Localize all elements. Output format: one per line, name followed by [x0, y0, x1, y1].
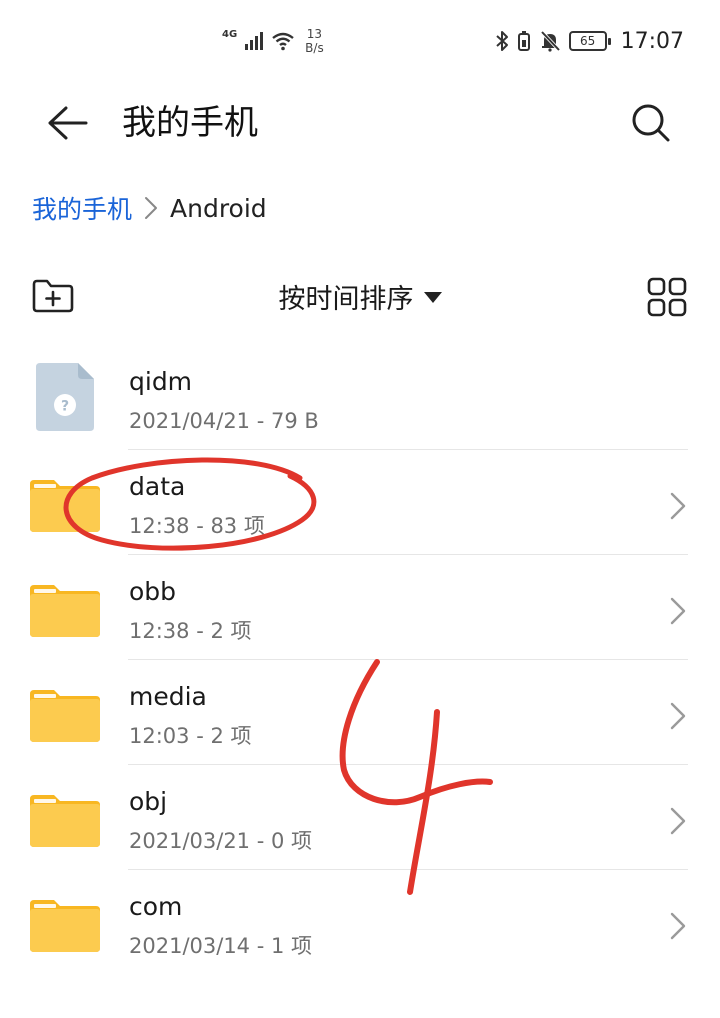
file-meta: 2021/04/21 - 79 B — [129, 409, 319, 433]
file-meta: 12:38 - 83 项 — [129, 514, 265, 538]
file-list: ? qidm 2021/04/21 - 79 B data 12:38 - 83… — [0, 345, 720, 975]
new-folder-button[interactable] — [30, 276, 76, 316]
list-item[interactable]: com 2021/03/14 - 1 项 — [0, 870, 720, 975]
breadcrumb: 我的手机 Android — [32, 190, 267, 226]
folder-icon — [30, 900, 100, 952]
file-name: obb — [129, 577, 177, 606]
search-button[interactable] — [628, 100, 674, 146]
network-status: 4G 13 B/s — [222, 26, 324, 56]
list-item[interactable]: obj 2021/03/21 - 0 项 — [0, 765, 720, 870]
folder-icon — [30, 480, 100, 532]
file-name: com — [129, 892, 183, 921]
network-speed-unit: B/s — [305, 41, 324, 55]
toolbar: 按时间排序 — [0, 266, 720, 326]
status-bar: 4G 13 B/s 65 17:07 — [0, 0, 720, 80]
list-item[interactable]: media 12:03 - 2 项 — [0, 660, 720, 765]
file-meta: 12:38 - 2 项 — [129, 619, 252, 643]
back-button[interactable] — [40, 102, 92, 144]
battery-level: 65 — [579, 34, 596, 48]
network-type: 4G — [222, 28, 238, 40]
file-name: media — [129, 682, 207, 711]
folder-icon — [30, 585, 100, 637]
chevron-right-icon — [670, 597, 686, 625]
caret-down-icon — [423, 291, 442, 303]
arrow-left-icon — [48, 106, 88, 140]
unknown-file-icon: ? — [36, 363, 94, 431]
list-item[interactable]: obb 12:38 - 2 项 — [0, 555, 720, 660]
file-meta: 2021/03/14 - 1 项 — [129, 934, 313, 958]
chevron-right-icon — [670, 912, 686, 940]
file-name: qidm — [129, 367, 193, 396]
sort-dropdown[interactable]: 按时间排序 — [279, 277, 442, 316]
folder-icon — [30, 795, 100, 847]
breadcrumb-root[interactable]: 我的手机 — [32, 190, 132, 226]
file-name: obj — [129, 787, 168, 816]
list-item[interactable]: data 12:38 - 83 项 — [0, 450, 720, 555]
search-icon — [632, 104, 670, 142]
folder-icon — [30, 690, 100, 742]
grid-view-icon — [647, 277, 687, 317]
signal-icon — [245, 32, 264, 50]
list-item[interactable]: ? qidm 2021/04/21 - 79 B — [0, 345, 720, 450]
svg-text:?: ? — [61, 399, 69, 415]
sort-control: 按时间排序 — [0, 276, 720, 316]
network-speed-value: 13 — [306, 27, 323, 41]
system-status: 65 17:07 — [495, 26, 684, 56]
chevron-right-icon — [670, 807, 686, 835]
grid-view-button[interactable] — [646, 276, 688, 318]
vibrate-battery-icon — [517, 31, 530, 51]
breadcrumb-current: Android — [170, 193, 267, 223]
clock: 17:07 — [620, 28, 684, 54]
chevron-right-icon — [670, 702, 686, 730]
mute-bell-icon — [540, 30, 560, 52]
bluetooth-icon — [495, 31, 508, 51]
wifi-icon — [272, 32, 294, 51]
page-title: 我的手机 — [122, 103, 258, 143]
file-name: data — [129, 472, 186, 501]
sort-label: 按时间排序 — [278, 283, 414, 315]
new-folder-icon — [32, 279, 74, 313]
network-speed: 13 B/s — [305, 27, 324, 55]
battery-icon: 65 — [568, 31, 611, 51]
file-meta: 12:03 - 2 项 — [129, 724, 252, 748]
file-meta: 2021/03/21 - 0 项 — [129, 829, 313, 853]
chevron-right-icon — [145, 197, 158, 219]
chevron-right-icon — [670, 492, 686, 520]
app-header: 我的手机 — [0, 88, 720, 158]
